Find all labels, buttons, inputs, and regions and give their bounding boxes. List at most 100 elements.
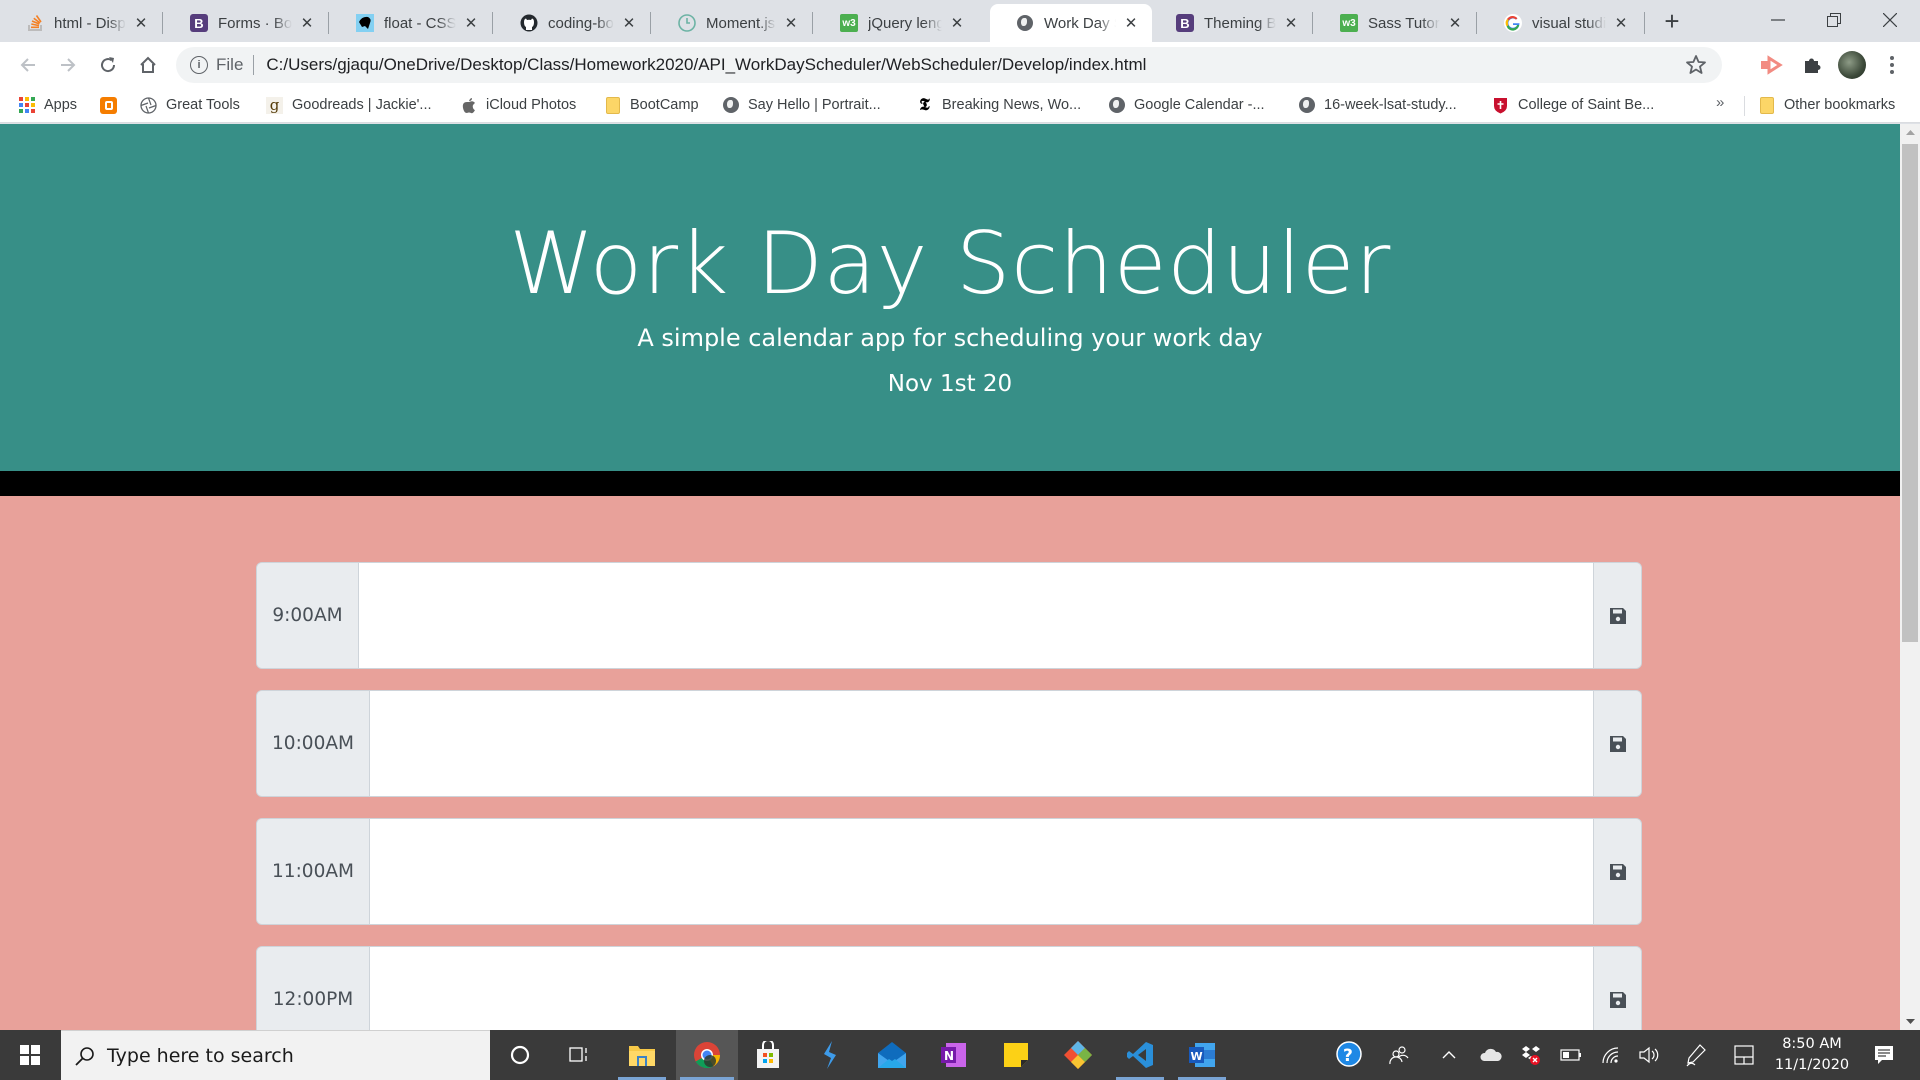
scrollbar-thumb[interactable]	[1902, 144, 1918, 642]
pen-workspace-button[interactable]	[1680, 1030, 1712, 1080]
bookmarks-overflow-button[interactable]: »	[1716, 94, 1724, 111]
close-tab-button[interactable]: ✕	[1446, 14, 1464, 32]
close-tab-button[interactable]: ✕	[1122, 14, 1140, 32]
save-button[interactable]	[1593, 947, 1641, 1030]
new-tab-button[interactable]: +	[1656, 6, 1688, 38]
browser-tab[interactable]: visual studio ✕	[1478, 4, 1642, 42]
browser-tab[interactable]: w3 jQuery length ✕	[814, 4, 978, 42]
minimize-button[interactable]	[1750, 0, 1806, 40]
browser-tab[interactable]: float - CSS: C ✕	[330, 4, 492, 42]
scroll-up-button[interactable]	[1900, 124, 1920, 141]
star-icon	[1686, 55, 1706, 74]
save-button[interactable]	[1593, 563, 1641, 668]
taskbar-search[interactable]: Type here to search	[61, 1030, 490, 1080]
close-tab-button[interactable]: ✕	[1282, 14, 1300, 32]
close-tab-button[interactable]: ✕	[298, 14, 316, 32]
address-url[interactable]: C:/Users/gjaqu/OneDrive/Desktop/Class/Ho…	[266, 55, 1146, 75]
scroll-down-button[interactable]	[1900, 1013, 1920, 1030]
browser-tab-strip: html - Display✕BForms · Bootstrap✕float …	[0, 0, 1920, 42]
battery-icon	[1560, 1049, 1581, 1061]
help-tray-button[interactable]: ?	[1332, 1030, 1368, 1080]
bookmark-item[interactable]: Google Calendar -...	[1108, 94, 1265, 116]
people-button[interactable]	[1384, 1030, 1414, 1080]
close-tab-button[interactable]: ✕	[782, 14, 800, 32]
visual-studio-button[interactable]	[802, 1030, 858, 1080]
bookmark-item[interactable]: Great Tools	[140, 94, 240, 116]
save-button[interactable]	[1593, 691, 1641, 796]
page-viewport: Work Day Scheduler A simple calendar app…	[0, 124, 1900, 1030]
browser-tab[interactable]: w3 Sass Tutorial ✕	[1314, 4, 1476, 42]
browser-tab[interactable]: Work Day Sc ✕	[990, 4, 1152, 42]
address-bar[interactable]: i File C:/Users/gjaqu/OneDrive/Desktop/C…	[176, 47, 1722, 83]
profile-button[interactable]	[1836, 49, 1868, 81]
bookmark-item[interactable]: Apps	[18, 94, 77, 116]
bookmark-item[interactable]: BootCamp	[604, 94, 699, 116]
tab-separator	[328, 12, 329, 34]
browser-tab[interactable]: coding-boot ✕	[494, 4, 650, 42]
browser-tab[interactable]: B Forms · Bootstrap ✕	[164, 4, 328, 42]
restore-icon	[1827, 13, 1841, 27]
site-info-icon[interactable]: i	[190, 56, 208, 74]
browser-tab[interactable]: B Theming Boo ✕	[1150, 4, 1312, 42]
reload-icon	[101, 57, 116, 73]
bookmark-item[interactable]: iCloud Photos	[460, 94, 576, 116]
onedrive-button[interactable]	[1476, 1030, 1506, 1080]
home-button[interactable]	[132, 49, 164, 81]
action-center-button[interactable]	[1864, 1030, 1904, 1080]
cortana-button[interactable]	[492, 1030, 548, 1080]
close-tab-button[interactable]: ✕	[948, 14, 966, 32]
vscode-button[interactable]	[1112, 1030, 1168, 1080]
description-input[interactable]	[359, 563, 1593, 668]
network-button[interactable]	[1596, 1030, 1626, 1080]
save-button[interactable]	[1593, 819, 1641, 924]
bookmark-item[interactable]	[100, 94, 126, 116]
bookmark-star-button[interactable]	[1684, 53, 1708, 77]
browser-tab[interactable]: Moment.js | ✕	[652, 4, 812, 42]
mail-button[interactable]	[864, 1030, 920, 1080]
browser-tab[interactable]: html - Display ✕	[0, 4, 162, 42]
start-button[interactable]	[0, 1030, 60, 1080]
bookmark-item[interactable]: g Goodreads | Jackie'...	[266, 94, 432, 116]
description-input[interactable]	[370, 691, 1593, 796]
floppy-disk-icon	[1609, 607, 1626, 624]
sticky-notes-button[interactable]	[988, 1030, 1044, 1080]
close-window-button[interactable]	[1862, 0, 1918, 40]
extensions-button[interactable]	[1796, 49, 1828, 81]
bookmark-item[interactable]: 𝕿 Breaking News, Wo...	[916, 94, 1081, 116]
extension-button[interactable]	[1756, 49, 1788, 81]
floppy-disk-icon	[1609, 863, 1626, 880]
reload-button[interactable]	[92, 49, 124, 81]
git-button[interactable]	[1050, 1030, 1106, 1080]
description-input[interactable]	[370, 947, 1593, 1030]
back-button[interactable]	[12, 49, 44, 81]
restore-button[interactable]	[1806, 0, 1862, 40]
bookmark-item[interactable]: College of Saint Be...	[1492, 94, 1654, 116]
battery-button[interactable]	[1556, 1030, 1586, 1080]
page-scrollbar[interactable]	[1900, 124, 1920, 1030]
file-explorer-button[interactable]	[614, 1030, 670, 1080]
taskbar-clock[interactable]: 8:50 AM 11/1/2020	[1768, 1034, 1856, 1076]
chrome-button[interactable]	[676, 1030, 738, 1080]
bookmark-item[interactable]: 16-week-lsat-study...	[1298, 94, 1457, 116]
volume-button[interactable]	[1634, 1030, 1664, 1080]
forward-button[interactable]	[52, 49, 84, 81]
page-title: Work Day Scheduler	[509, 214, 1391, 314]
menu-button[interactable]	[1876, 49, 1908, 81]
show-hidden-icons-button[interactable]	[1436, 1030, 1462, 1080]
close-tab-button[interactable]: ✕	[462, 14, 480, 32]
microsoft-store-button[interactable]	[740, 1030, 796, 1080]
touch-keyboard-button[interactable]	[1728, 1030, 1760, 1080]
dropbox-button[interactable]	[1516, 1030, 1546, 1080]
other-bookmarks[interactable]: Other bookmarks	[1758, 94, 1895, 116]
globe-icon	[1016, 14, 1034, 32]
bookmark-label: BootCamp	[630, 97, 699, 113]
onenote-button[interactable]: N	[926, 1030, 982, 1080]
close-tab-button[interactable]: ✕	[620, 14, 638, 32]
description-input[interactable]	[370, 819, 1593, 924]
tab-title: Forms · Bootstrap	[218, 14, 292, 32]
task-view-button[interactable]	[552, 1030, 608, 1080]
close-tab-button[interactable]: ✕	[132, 14, 150, 32]
close-tab-button[interactable]: ✕	[1612, 14, 1630, 32]
word-button[interactable]: W	[1174, 1030, 1230, 1080]
bookmark-item[interactable]: Say Hello | Portrait...	[722, 94, 881, 116]
